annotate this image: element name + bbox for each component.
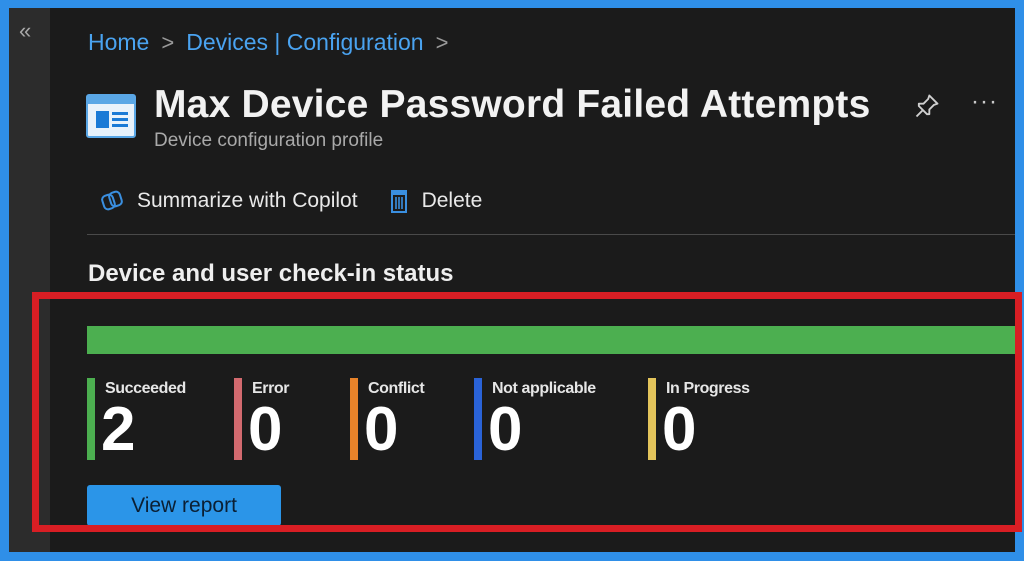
breadcrumb-home[interactable]: Home xyxy=(88,29,149,56)
chevron-right-icon: > xyxy=(435,29,449,55)
command-bar: Summarize with Copilot Delete xyxy=(99,188,482,214)
trash-icon xyxy=(390,190,407,213)
configuration-profile-icon xyxy=(86,94,136,138)
summarize-label: Summarize with Copilot xyxy=(137,189,358,212)
summarize-with-copilot-button[interactable]: Summarize with Copilot xyxy=(99,188,358,214)
delete-button[interactable]: Delete xyxy=(388,188,483,214)
page-subtitle: Device configuration profile xyxy=(154,130,384,151)
page-title: Max Device Password Failed Attempts xyxy=(154,83,871,126)
breadcrumb-devices-configuration[interactable]: Devices | Configuration xyxy=(186,29,423,56)
delete-label: Delete xyxy=(421,189,483,212)
pin-icon[interactable] xyxy=(913,92,941,120)
highlight-box xyxy=(32,292,1022,532)
more-options-icon[interactable]: ··· xyxy=(971,88,998,116)
section-title: Device and user check-in status xyxy=(88,260,454,287)
breadcrumb: Home > Devices | Configuration > xyxy=(88,29,448,56)
copilot-icon xyxy=(101,190,123,211)
divider xyxy=(87,234,1015,235)
double-chevron-left-icon[interactable]: « xyxy=(19,20,31,42)
chevron-right-icon: > xyxy=(161,29,175,55)
